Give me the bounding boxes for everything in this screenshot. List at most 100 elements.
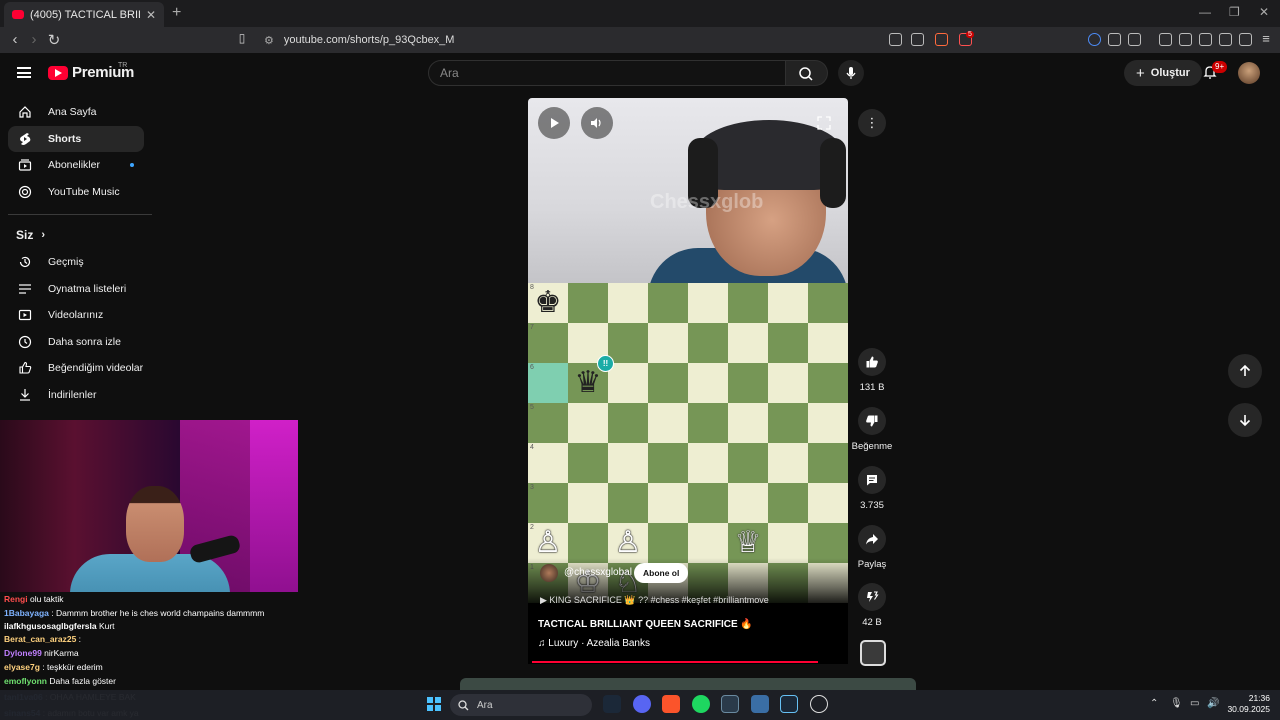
more-options-button[interactable]: ⋮ xyxy=(858,109,886,137)
discord-app-icon[interactable] xyxy=(633,695,651,713)
vpn-icon[interactable] xyxy=(1239,33,1252,46)
leo-ai-icon[interactable] xyxy=(1219,33,1232,46)
sidebar-item-watch-later[interactable]: Daha sonra izle xyxy=(8,329,144,355)
taskbar-search[interactable]: Ara xyxy=(450,694,592,716)
sidebar-toggle-icon[interactable] xyxy=(1179,33,1192,46)
close-tab-icon[interactable]: ✕ xyxy=(146,8,156,22)
site-info-icon[interactable]: ⚙ xyxy=(264,34,274,47)
brave-shields-icon[interactable] xyxy=(935,33,948,46)
region-code: TR xyxy=(118,62,128,69)
chat-text: : teşkkür ederim xyxy=(42,662,103,672)
close-window-icon[interactable]: ✕ xyxy=(1259,5,1269,19)
media-icon[interactable] xyxy=(1159,33,1172,46)
back-icon[interactable]: ‹ xyxy=(7,31,23,48)
search-input[interactable]: Ara xyxy=(428,60,786,86)
video-title[interactable]: TACTICAL BRILLIANT QUEEN SACRIFICE 🔥 xyxy=(538,619,753,630)
bookmark-icon[interactable]: ▯ xyxy=(234,31,250,45)
volume-button[interactable] xyxy=(581,107,613,139)
chat-username: Dylone99 xyxy=(4,648,45,658)
remix-icon[interactable] xyxy=(858,583,886,611)
play-icon xyxy=(551,118,559,128)
share-icon[interactable] xyxy=(858,525,886,553)
share-page-icon[interactable] xyxy=(911,33,924,46)
your-videos-icon xyxy=(18,308,32,322)
browser-tab[interactable]: (4005) TACTICAL BRILLIANT QUE ✕ xyxy=(4,2,164,27)
account-avatar[interactable] xyxy=(1238,62,1260,84)
tray-volume-icon[interactable]: 🔊 xyxy=(1207,698,1219,709)
steam-app-icon[interactable] xyxy=(603,695,621,713)
board-square xyxy=(528,443,568,483)
browser-menu-icon[interactable]: ≡ xyxy=(1258,31,1274,46)
sidebar-item-downloads[interactable]: İndirilenler xyxy=(8,382,144,408)
sidebar-item-history[interactable]: Geçmiş xyxy=(8,249,144,275)
sidebar-item-your-videos[interactable]: Videolarınız xyxy=(8,302,144,328)
tray-network-icon[interactable]: ▭ xyxy=(1190,698,1199,709)
sidebar-divider xyxy=(8,214,152,215)
comment-icon[interactable] xyxy=(858,466,886,494)
obs-app-icon[interactable] xyxy=(810,695,828,713)
share-action[interactable]: Paylaş xyxy=(858,525,886,570)
sidebar-section-you[interactable]: Siz › xyxy=(8,222,144,248)
play-button[interactable] xyxy=(538,107,570,139)
app-icon[interactable] xyxy=(721,695,739,713)
video-progress-bar[interactable] xyxy=(532,661,818,663)
sidebar-item-liked-videos[interactable]: Beğendiğim videolar xyxy=(8,355,144,381)
extensions-puzzle-icon[interactable] xyxy=(1108,33,1121,46)
search-button[interactable] xyxy=(786,60,828,86)
cast-icon[interactable] xyxy=(889,33,902,46)
steam2-app-icon[interactable] xyxy=(780,695,798,713)
app2-icon[interactable] xyxy=(751,695,769,713)
arrow-down-icon xyxy=(1239,415,1251,427)
wallet-icon[interactable] xyxy=(1128,33,1141,46)
sidebar-item-youtube-music[interactable]: YouTube Music xyxy=(8,179,144,205)
board-square xyxy=(608,403,648,443)
voice-search-button[interactable] xyxy=(838,60,864,86)
subscribe-button[interactable]: Abone ol xyxy=(634,563,689,583)
spotify-app-icon[interactable] xyxy=(692,695,710,713)
short-video-player[interactable]: Chessxglob 87654321♚♛♙♙♕♔♘ !! @chessxglo… xyxy=(528,98,848,664)
dislike-icon[interactable] xyxy=(858,407,886,435)
channel-name[interactable]: @chessxglobal xyxy=(564,567,632,578)
like-action[interactable]: 131 B xyxy=(858,348,886,393)
remix-action[interactable]: 42 B xyxy=(858,583,886,628)
minimize-icon[interactable]: — xyxy=(1199,5,1211,19)
chess-board: 87654321♚♛♙♙♕♔♘ xyxy=(528,283,848,603)
next-short-button[interactable] xyxy=(1228,403,1262,437)
wallet2-icon[interactable] xyxy=(1199,33,1212,46)
board-square xyxy=(728,483,768,523)
brave-app-icon[interactable] xyxy=(662,695,680,713)
taskbar-search-label: Ara xyxy=(477,699,493,711)
youtube-favicon-icon xyxy=(12,10,24,19)
comments-action[interactable]: 3.735 xyxy=(858,466,886,511)
previous-short-button[interactable] xyxy=(1228,354,1262,388)
like-icon[interactable] xyxy=(858,348,886,376)
video-description[interactable]: ▶ KING SACRIFICE 👑 ?? #chess #keşfet #br… xyxy=(540,595,769,606)
fullscreen-button[interactable] xyxy=(808,107,840,139)
maximize-icon[interactable]: ❐ xyxy=(1229,5,1240,19)
sound-thumbnail[interactable] xyxy=(860,640,886,666)
forward-icon[interactable]: › xyxy=(26,31,42,48)
sidebar-item-home[interactable]: Ana Sayfa xyxy=(8,99,144,125)
channel-avatar[interactable] xyxy=(540,564,558,582)
sidebar-item-shorts[interactable]: Shorts xyxy=(8,126,144,152)
board-square xyxy=(568,443,608,483)
menu-icon[interactable] xyxy=(17,67,31,78)
reload-icon[interactable]: ↻ xyxy=(46,31,62,49)
address-bar[interactable]: ⚙ youtube.com/shorts/p_93Qcbex_M xyxy=(258,30,1078,50)
dislike-action[interactable]: Beğenme xyxy=(852,407,892,452)
new-tab-icon[interactable]: + xyxy=(172,4,181,22)
youtube-logo-icon xyxy=(48,65,68,80)
music-attribution[interactable]: ♫ Luxury · Azealia Banks xyxy=(538,638,650,649)
tray-mic-icon[interactable]: 🎙 xyxy=(1170,698,1183,709)
create-button[interactable]: + Oluştur xyxy=(1124,60,1202,86)
sidebar-item-subscriptions[interactable]: Abonelikler xyxy=(8,152,144,178)
taskbar-clock[interactable]: 21:36 30.09.2025 xyxy=(1224,693,1270,715)
windows-start-icon[interactable] xyxy=(427,697,441,711)
sidebar-item-playlists[interactable]: Oynatma listeleri xyxy=(8,276,144,302)
tray-overflow-icon[interactable]: ⌃ xyxy=(1150,698,1158,709)
board-square xyxy=(728,283,768,323)
chat-text: : Dammm brother he is ches world champai… xyxy=(51,608,265,618)
board-square xyxy=(528,483,568,523)
extension-icon[interactable] xyxy=(1088,33,1101,46)
chat-text: nirKarma xyxy=(44,648,79,658)
